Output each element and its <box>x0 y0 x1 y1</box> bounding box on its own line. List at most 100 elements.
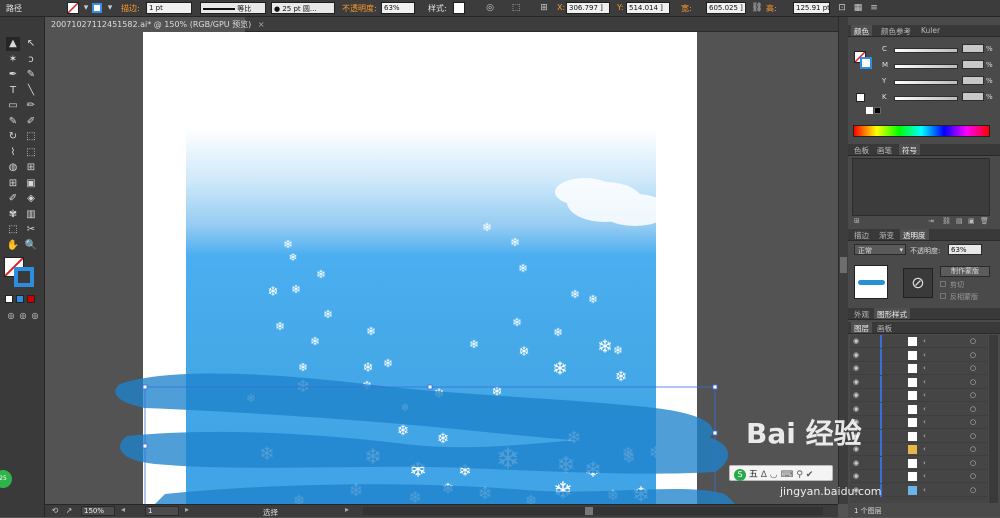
tab-color[interactable]: 颜色 <box>851 25 872 36</box>
stroke-swatch[interactable] <box>92 3 102 13</box>
constrain-link-icon[interactable]: ⛓ <box>751 2 763 14</box>
lasso-tool-icon[interactable]: ↄ <box>24 53 38 67</box>
close-tab-icon[interactable]: × <box>258 20 265 29</box>
canvas-area[interactable] <box>45 32 838 504</box>
rotate-view-icon[interactable]: ⟲ <box>49 505 61 517</box>
document-tab[interactable]: 20071027112451582.ai* @ 150% (RGB/GPU 预览… <box>45 17 265 32</box>
tab-stroke[interactable]: 描边 <box>851 230 872 241</box>
eraser-tool-icon[interactable]: ✐ <box>24 115 38 129</box>
invert-mask-checkbox[interactable] <box>940 293 946 299</box>
object-thumbnail[interactable] <box>854 265 888 299</box>
target-circle-icon[interactable]: ○ <box>970 445 976 453</box>
horizontal-scrollbar[interactable] <box>363 507 823 515</box>
visibility-eye-icon[interactable]: ◉ <box>853 364 859 372</box>
visibility-eye-icon[interactable]: ◉ <box>853 472 859 480</box>
layer-row[interactable]: ◉ ‹ ○ <box>850 335 988 348</box>
stroke-color-swatch[interactable] <box>14 267 34 287</box>
direct-selection-tool-icon[interactable]: ↖ <box>24 37 38 51</box>
visibility-eye-icon[interactable]: ◉ <box>853 391 859 399</box>
reference-point-icon[interactable]: ⊞ <box>538 2 550 14</box>
target-circle-icon[interactable]: ○ <box>970 391 976 399</box>
target-circle-icon[interactable]: ○ <box>970 364 976 372</box>
align-icon[interactable]: ⬚ <box>510 2 522 14</box>
brush-select[interactable]: ● 25 pt 圆... <box>271 2 335 14</box>
paintbrush-tool-icon[interactable]: ✏ <box>24 99 38 113</box>
target-circle-icon[interactable]: ○ <box>970 337 976 345</box>
rotate-tool-icon[interactable]: ↻ <box>6 130 20 144</box>
zoom-tool-icon[interactable]: 🔍 <box>24 239 38 253</box>
symbols-list[interactable] <box>852 158 990 216</box>
fill-dropdown-icon[interactable]: ▾ <box>80 2 92 14</box>
x-field[interactable]: 306.797 ] <box>566 2 610 14</box>
cyan-field[interactable] <box>962 44 984 53</box>
visibility-eye-icon[interactable]: ◉ <box>853 337 859 345</box>
target-circle-icon[interactable]: ○ <box>970 459 976 467</box>
column-graph-tool-icon[interactable]: ▥ <box>24 208 38 222</box>
color-spectrum-bar[interactable] <box>853 125 990 137</box>
stroke-weight-field[interactable]: 1 pt <box>146 2 192 14</box>
stroke-dropdown-icon[interactable]: ▾ <box>104 2 116 14</box>
yellow-field[interactable] <box>962 76 984 85</box>
black-slider[interactable] <box>894 96 958 101</box>
tab-gradient[interactable]: 渐变 <box>876 230 897 241</box>
mesh-tool-icon[interactable]: ⊞ <box>6 177 20 191</box>
type-tool-icon[interactable]: T <box>6 84 20 98</box>
tab-layers[interactable]: 图层 <box>851 322 872 333</box>
magenta-slider[interactable] <box>894 64 958 69</box>
w-field[interactable]: 605.025 ] <box>706 2 746 14</box>
visibility-eye-icon[interactable]: ◉ <box>853 351 859 359</box>
symbol-options-icon[interactable]: ▤ <box>956 217 963 225</box>
recolor-icon[interactable]: ◎ <box>484 2 496 14</box>
target-circle-icon[interactable]: ○ <box>970 418 976 426</box>
target-circle-icon[interactable]: ○ <box>970 378 976 386</box>
magenta-field[interactable] <box>962 60 984 69</box>
rectangle-tool-icon[interactable]: ▭ <box>6 99 20 113</box>
color-mode-icon[interactable] <box>5 295 13 303</box>
cyan-slider[interactable] <box>894 48 958 53</box>
tab-appearance[interactable]: 外观 <box>851 309 872 320</box>
tab-brushes[interactable]: 画笔 <box>874 145 895 156</box>
scale-tool-icon[interactable]: ⬚ <box>24 130 38 144</box>
fill-swatch[interactable] <box>67 2 79 14</box>
hand-tool-icon[interactable]: ✋ <box>6 239 20 253</box>
curvature-tool-icon[interactable]: ✎ <box>24 68 38 82</box>
layer-row[interactable]: ◉ ‹ ○ <box>850 470 988 483</box>
tab-transparency[interactable]: 透明度 <box>900 229 929 240</box>
place-symbol-icon[interactable]: ⇥ <box>928 217 934 225</box>
share-icon[interactable]: ↗ <box>63 505 75 517</box>
color-white-swatch[interactable] <box>866 107 873 114</box>
style-swatch[interactable] <box>453 2 465 14</box>
color-none-swatch[interactable] <box>856 93 865 102</box>
tab-kuler[interactable]: Kuler <box>918 26 943 35</box>
layer-row[interactable]: ◉ ‹ ○ <box>850 375 988 389</box>
target-circle-icon[interactable]: ○ <box>970 472 976 480</box>
perspective-grid-tool-icon[interactable]: ⊞ <box>24 161 38 175</box>
status-menu-icon[interactable]: ▸ <box>345 505 349 514</box>
prev-artboard-icon[interactable]: ◂ <box>121 505 125 514</box>
magic-wand-tool-icon[interactable]: ✶ <box>6 53 20 67</box>
line-tool-icon[interactable]: ╲ <box>24 84 38 98</box>
zoom-select[interactable]: 150% <box>81 506 115 516</box>
clip-checkbox[interactable] <box>940 281 946 287</box>
target-circle-icon[interactable]: ○ <box>970 351 976 359</box>
symbol-sprayer-tool-icon[interactable]: ✾ <box>6 208 20 222</box>
gradient-mode-icon[interactable] <box>16 295 24 303</box>
pencil-tool-icon[interactable]: ✎ <box>6 115 20 129</box>
layer-row[interactable]: ◉ ‹ ○ <box>850 362 988 375</box>
none-mode-icon[interactable] <box>27 295 35 303</box>
symbol-libraries-icon[interactable]: ⊞ <box>854 217 860 225</box>
transform-icon[interactable]: ⊡ <box>836 2 848 14</box>
tab-symbols[interactable]: 符号 <box>899 144 920 155</box>
make-mask-button[interactable]: 制作蒙版 <box>940 266 990 277</box>
yellow-slider[interactable] <box>894 80 958 85</box>
artboard-number[interactable]: 1 <box>145 506 179 516</box>
layers-scrollbar[interactable] <box>989 335 998 503</box>
blend-mode-select[interactable]: 正常 ▾ <box>854 244 906 255</box>
change-screen-icon[interactable]: ◎ <box>28 309 42 323</box>
transparency-opacity-field[interactable]: 63% <box>948 244 982 255</box>
no-mask-icon[interactable]: ⊘ <box>903 268 933 298</box>
new-symbol-icon[interactable]: ▣ <box>968 217 975 225</box>
layer-row[interactable]: ◉ ‹ ○ <box>850 348 988 362</box>
visibility-eye-icon[interactable]: ◉ <box>853 378 859 386</box>
horizontal-scrollbar-thumb[interactable] <box>585 507 593 515</box>
